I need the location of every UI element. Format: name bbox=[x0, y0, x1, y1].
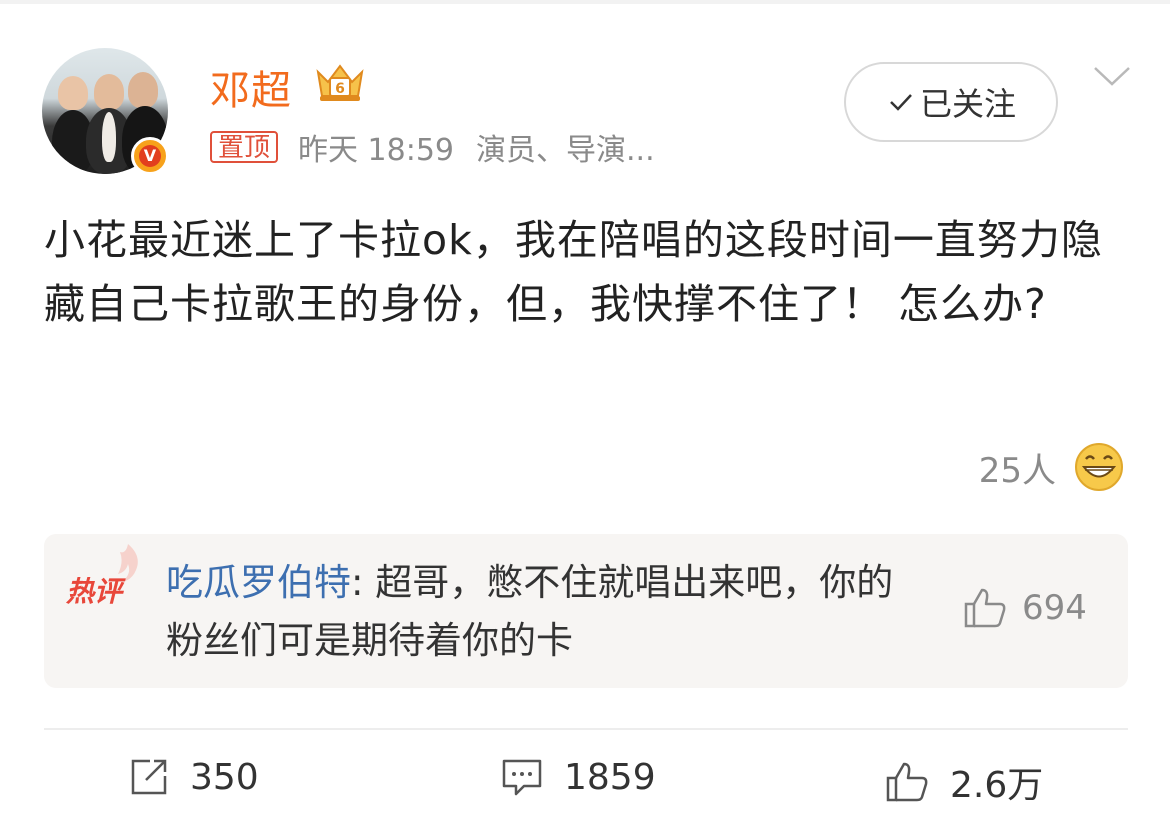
comment-body: 吃瓜罗伯特: 超哥，憋不住就唱出来吧，你的粉丝们可是期待着你的卡 bbox=[166, 554, 906, 670]
avatar[interactable]: V bbox=[42, 48, 169, 175]
thumbs-up-icon bbox=[886, 762, 928, 802]
post-meta: 置顶 昨天 18:59 演员、导演... bbox=[210, 127, 655, 168]
follow-button[interactable]: 已关注 bbox=[844, 62, 1058, 142]
comment-like-count: 694 bbox=[1022, 588, 1087, 628]
comment-separator: : bbox=[351, 561, 376, 604]
reactions[interactable]: 25人 bbox=[979, 442, 1124, 492]
svg-text:6: 6 bbox=[335, 81, 345, 97]
post-time: 昨天 18:59 bbox=[298, 133, 455, 168]
share-count: 350 bbox=[190, 756, 259, 798]
grin-icon bbox=[1075, 443, 1123, 491]
chevron-down-icon[interactable] bbox=[1092, 64, 1132, 90]
action-bar: 350 1859 2.6万 bbox=[0, 748, 1170, 814]
reaction-count: 25人 bbox=[978, 450, 1056, 491]
post-source: 演员、导演... bbox=[476, 133, 655, 168]
top-divider bbox=[0, 0, 1170, 4]
hot-comment[interactable]: 热评 吃瓜罗伯特: 超哥，憋不住就唱出来吧，你的粉丝们可是期待着你的卡 694 bbox=[44, 534, 1128, 688]
verified-icon: V bbox=[131, 137, 169, 175]
comment-icon bbox=[502, 759, 542, 796]
follow-label: 已关注 bbox=[919, 85, 1016, 123]
share-button[interactable]: 350 bbox=[128, 756, 259, 798]
comment-author[interactable]: 吃瓜罗伯特 bbox=[166, 561, 351, 604]
like-count: 2.6万 bbox=[950, 765, 1044, 806]
thumbs-up-icon bbox=[964, 588, 1006, 628]
hot-comment-label: 热评 bbox=[66, 575, 123, 608]
comment-count: 1859 bbox=[564, 756, 656, 798]
pinned-badge: 置顶 bbox=[210, 131, 279, 163]
like-button[interactable]: 2.6万 bbox=[884, 756, 1043, 808]
comment-button[interactable]: 1859 bbox=[500, 756, 656, 798]
author-name[interactable]: 邓超 bbox=[210, 58, 292, 116]
action-divider bbox=[44, 728, 1128, 730]
post-text: 小花最近迷上了卡拉ok，我在陪唱的这段时间一直努力隐藏自己卡拉歌王的身份，但，我… bbox=[44, 216, 1103, 328]
share-icon bbox=[131, 759, 167, 795]
check-icon bbox=[890, 94, 912, 111]
comment-like-button[interactable]: 694 bbox=[962, 586, 1087, 630]
crown-icon[interactable]: 6 bbox=[312, 62, 368, 104]
